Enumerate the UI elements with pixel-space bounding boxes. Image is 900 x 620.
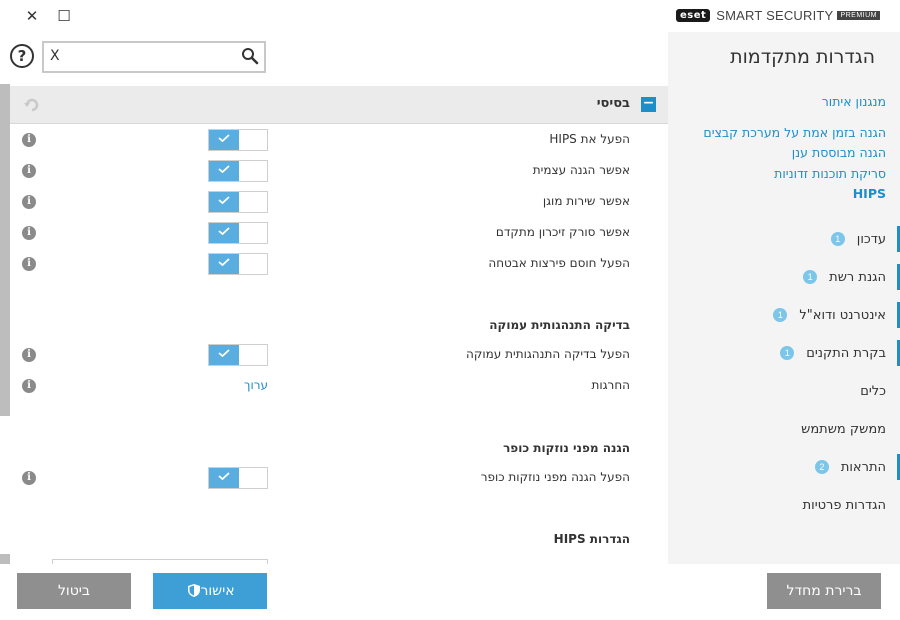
- section-header-basic: − בסיסי: [10, 86, 668, 124]
- setting-label: הפעל את HIPS: [549, 132, 630, 146]
- info-icon[interactable]: i: [22, 471, 36, 485]
- sidebar-item-label: ממשק משתמש: [801, 421, 886, 437]
- info-icon[interactable]: i: [22, 164, 36, 178]
- check-icon: [218, 349, 230, 357]
- sidebar-item-label: אינטרנט ודוא"ל: [799, 307, 886, 323]
- sidebar-item-user-interface[interactable]: ממשק משתמש: [668, 410, 900, 448]
- check-icon: [218, 227, 230, 235]
- check-icon: [218, 134, 230, 142]
- ok-button-label: אישור: [200, 583, 235, 599]
- setting-row-exploit-blocker: הפעל חוסם פירצות אבטחה i: [0, 251, 668, 277]
- sidebar-item-label: עדכון: [856, 231, 886, 247]
- search-icon[interactable]: [241, 47, 259, 65]
- enable-hips-toggle[interactable]: [208, 129, 268, 151]
- setting-row-exclusions: החרגות ערוך i: [0, 373, 668, 399]
- shield-icon: [188, 584, 201, 597]
- info-icon[interactable]: i: [22, 348, 36, 362]
- title-bar: ✕ ☐ eset SMART SECURITY PREMIUM: [0, 0, 900, 32]
- edit-exclusions-link[interactable]: ערוך: [244, 378, 268, 392]
- search-input[interactable]: [68, 46, 238, 68]
- sidebar-item-notifications[interactable]: התראות 2: [668, 448, 900, 486]
- setting-row-enable-hips: הפעל את HIPS i: [0, 127, 668, 153]
- setting-row-ransomware-shield: הפעל הגנה מפני נוזקות כופר i: [0, 465, 668, 491]
- protected-service-toggle[interactable]: [208, 191, 268, 213]
- page-title: הגדרות מתקדמות: [730, 46, 875, 68]
- setting-label: אפשר סורק זיכרון מתקדם: [495, 225, 630, 239]
- advanced-memory-scanner-toggle[interactable]: [208, 222, 268, 244]
- exploit-blocker-toggle[interactable]: [208, 253, 268, 275]
- sidebar-item-privacy-settings[interactable]: הגדרות פרטיות: [668, 486, 900, 524]
- notification-badge: 1: [773, 308, 788, 322]
- sidebar-item-label: הגנת רשת: [829, 269, 886, 285]
- subsection-heading-ransomware: הגנה מפני נוזקות כופר: [503, 441, 630, 455]
- sidebar-item-tools[interactable]: כלים: [668, 372, 900, 410]
- eset-logo: eset: [675, 9, 711, 22]
- info-icon[interactable]: i: [22, 257, 36, 271]
- check-icon: [218, 258, 230, 266]
- revert-icon[interactable]: [24, 97, 40, 113]
- section-title: בסיסי: [596, 96, 630, 111]
- subsection-heading-hips-settings: הגדרות HIPS: [553, 532, 630, 546]
- check-icon: [218, 472, 230, 480]
- setting-label: הפעל הגנה מפני נוזקות כופר: [480, 470, 630, 484]
- info-icon[interactable]: i: [22, 379, 36, 393]
- help-icon[interactable]: ?: [10, 44, 34, 68]
- self-defense-toggle[interactable]: [208, 160, 268, 182]
- info-icon[interactable]: i: [22, 133, 36, 147]
- sub-link-detection-engine[interactable]: מנגנון איתור: [676, 92, 886, 113]
- setting-row-advanced-memory-scanner: אפשר סורק זיכרון מתקדם i: [0, 220, 668, 246]
- sidebar-nav: עדכון 1 הגנת רשת 1 אינטרנט ודוא"ל 1 בקרת…: [668, 220, 900, 524]
- deep-behavior-toggle[interactable]: [208, 344, 268, 366]
- collapse-icon[interactable]: −: [641, 96, 656, 112]
- sidebar-item-label: הגדרות פרטיות: [802, 497, 886, 513]
- sidebar-item-label: בקרת התקנים: [806, 345, 886, 361]
- ransomware-shield-toggle[interactable]: [208, 467, 268, 489]
- sidebar-item-label: כלים: [860, 383, 886, 399]
- info-icon[interactable]: i: [22, 226, 36, 240]
- sub-link-malware-scans[interactable]: סריקת תוכנות זדוניות: [676, 164, 886, 185]
- sidebar-item-update[interactable]: עדכון 1: [668, 220, 900, 258]
- sidebar-item-web-email[interactable]: אינטרנט ודוא"ל 1: [668, 296, 900, 334]
- maximize-icon[interactable]: ☐: [54, 6, 74, 26]
- search-box: X: [42, 41, 266, 73]
- brand-edition-badge: PREMIUM: [837, 11, 880, 20]
- clear-search-icon[interactable]: X: [50, 48, 60, 64]
- sub-link-realtime-protection[interactable]: הגנה בזמן אמת על מערכת קבצים: [676, 123, 886, 144]
- setting-label: החרגות: [591, 378, 630, 392]
- sub-nav: מנגנון איתור הגנה בזמן אמת על מערכת קבצי…: [676, 92, 886, 205]
- setting-label: הפעל חוסם פירצות אבטחה: [488, 256, 630, 270]
- setting-row-self-defense: אפשר הגנה עצמית i: [0, 158, 668, 184]
- info-icon[interactable]: i: [22, 195, 36, 209]
- default-button[interactable]: ברירת מחדל: [767, 573, 881, 609]
- sidebar-item-label: התראות: [840, 459, 886, 475]
- check-icon: [218, 196, 230, 204]
- sidebar: הגדרות מתקדמות מנגנון איתור הגנה בזמן אמ…: [668, 32, 900, 620]
- sub-link-cloud-protection[interactable]: הגנה מבוססת ענן: [676, 143, 886, 164]
- sidebar-item-network-protection[interactable]: הגנת רשת 1: [668, 258, 900, 296]
- notification-badge: 1: [803, 270, 818, 284]
- sidebar-item-device-control[interactable]: בקרת התקנים 1: [668, 334, 900, 372]
- subsection-heading-deep-behavior: בדיקה התנהגותית עמוקה: [489, 318, 630, 332]
- main-panel: ? X − בסיסי הפעל את HIPS i אפשר הגנה עצמ…: [0, 32, 668, 620]
- notification-badge: 2: [814, 460, 829, 474]
- brand-logo: eset SMART SECURITY PREMIUM: [675, 8, 880, 23]
- notification-badge: 1: [830, 232, 845, 246]
- setting-row-protected-service: אפשר שירות מוגן i: [0, 189, 668, 215]
- sub-link-hips[interactable]: HIPS: [676, 184, 886, 205]
- ok-button[interactable]: אישור: [153, 573, 267, 609]
- setting-label: אפשר הגנה עצמית: [532, 163, 630, 177]
- setting-label: אפשר שירות מוגן: [542, 194, 630, 208]
- setting-label: הפעל בדיקה התנהגותית עמוקה: [466, 347, 630, 361]
- setting-row-deep-behavior: הפעל בדיקה התנהגותית עמוקה i: [0, 342, 668, 368]
- notification-badge: 1: [780, 346, 795, 360]
- check-icon: [218, 165, 230, 173]
- footer: ביטול אישור ברירת מחדל: [0, 564, 900, 620]
- close-icon[interactable]: ✕: [22, 6, 42, 26]
- brand-name: SMART SECURITY: [716, 8, 834, 23]
- cancel-button[interactable]: ביטול: [17, 573, 131, 609]
